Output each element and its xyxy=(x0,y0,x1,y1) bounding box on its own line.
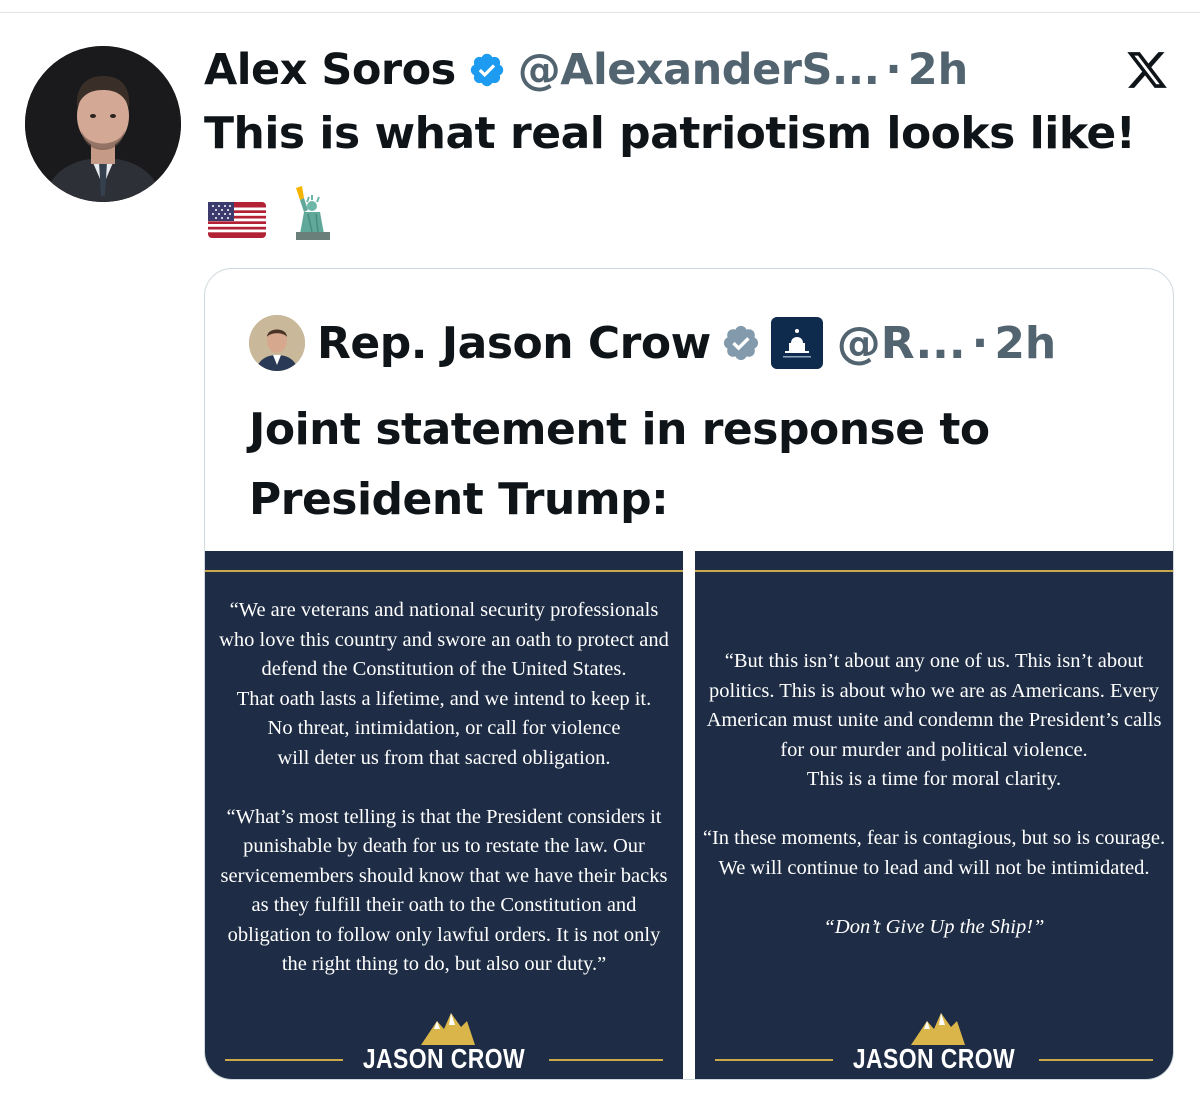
gold-rule xyxy=(695,570,1173,572)
tweet-emojis xyxy=(208,184,338,240)
gold-rule xyxy=(205,570,683,572)
author-name[interactable]: Alex Soros xyxy=(204,45,456,95)
statement-line: “In these moments, fear is contagious, b… xyxy=(702,827,1166,849)
quoted-author-handle[interactable]: @R... xyxy=(837,318,966,369)
quoted-tweet-card[interactable]: Rep. Jason Crow @R... · 2h Joint stateme… xyxy=(204,268,1174,1080)
statement-line: This is a time for moral clarity. xyxy=(806,768,1062,790)
tweet-text: This is what real patriotism looks like! xyxy=(204,108,1136,159)
tweet-time[interactable]: 2h xyxy=(908,45,969,95)
quoted-author-avatar[interactable] xyxy=(249,315,305,371)
quoted-tweet-header: Rep. Jason Crow @R... · 2h xyxy=(249,313,1056,373)
verified-badge-icon xyxy=(721,323,761,363)
image-divider xyxy=(683,551,695,1079)
statement-line: defend the Constitution of the United St… xyxy=(261,658,627,680)
quoted-tweet-time[interactable]: 2h xyxy=(994,318,1056,369)
statement-line: who love this country and swore an oath … xyxy=(219,628,669,651)
statement-line: obligation to follow only lawful orders.… xyxy=(227,923,661,946)
statement-line: “But this isn’t about any one of us. Thi… xyxy=(724,650,1144,672)
statement-line: will deter us from that sacred obligatio… xyxy=(277,746,611,769)
statement-image-left[interactable]: “We are veterans and national security p… xyxy=(205,551,683,1079)
statement-line: the right thing to do, but also our duty… xyxy=(281,953,607,975)
statement-body: “We are veterans and national security p… xyxy=(205,596,683,980)
x-logo-icon[interactable] xyxy=(1124,48,1170,92)
author-avatar[interactable] xyxy=(25,46,181,202)
author-handle[interactable]: @AlexanderS... xyxy=(518,45,880,95)
jason-crow-mountain-logo xyxy=(421,1013,475,1045)
statement-line: American must unite and condemn the Pres… xyxy=(706,709,1162,731)
tweet-header: Alex Soros @AlexanderS... · 2h xyxy=(204,38,968,102)
us-flag-emoji xyxy=(208,202,266,238)
separator-dot: · xyxy=(971,317,989,369)
statement-body: “But this isn’t about any one of us. Thi… xyxy=(695,647,1173,942)
statement-line: politics. This is about who we are as Am… xyxy=(709,679,1159,702)
statement-motto: “Don’t Give Up the Ship!” xyxy=(823,915,1045,938)
quoted-tweet-text: Joint statement in response to President… xyxy=(249,404,990,525)
statement-line: “What’s most telling is that the Preside… xyxy=(226,805,662,828)
separator-dot: · xyxy=(885,45,902,95)
house-democrats-capitol-icon xyxy=(770,317,823,369)
statement-line: No threat, intimidation, or call for vio… xyxy=(267,717,621,739)
statement-line: servicemembers should know that we have … xyxy=(220,864,668,887)
top-divider xyxy=(0,12,1200,13)
verified-badge-icon xyxy=(468,51,506,89)
statement-line: punishable by death for us to restate th… xyxy=(243,835,645,857)
statement-line: That oath lasts a lifetime, and we inten… xyxy=(236,687,652,710)
statement-line: for our murder and political violence. xyxy=(780,738,1088,761)
statement-line: as they fulfill their oath to the Consti… xyxy=(251,894,637,916)
statement-image-right[interactable]: “But this isn’t about any one of us. Thi… xyxy=(695,551,1173,1079)
statement-line: “We are veterans and national security p… xyxy=(229,599,659,621)
statement-line: We will continue to lead and will not be… xyxy=(718,856,1150,879)
jason-crow-mountain-logo xyxy=(911,1013,965,1045)
statue-of-liberty-emoji xyxy=(296,186,330,240)
gold-rule xyxy=(549,1059,663,1061)
gold-rule xyxy=(1039,1059,1153,1061)
quoted-author-name[interactable]: Rep. Jason Crow xyxy=(317,318,711,369)
